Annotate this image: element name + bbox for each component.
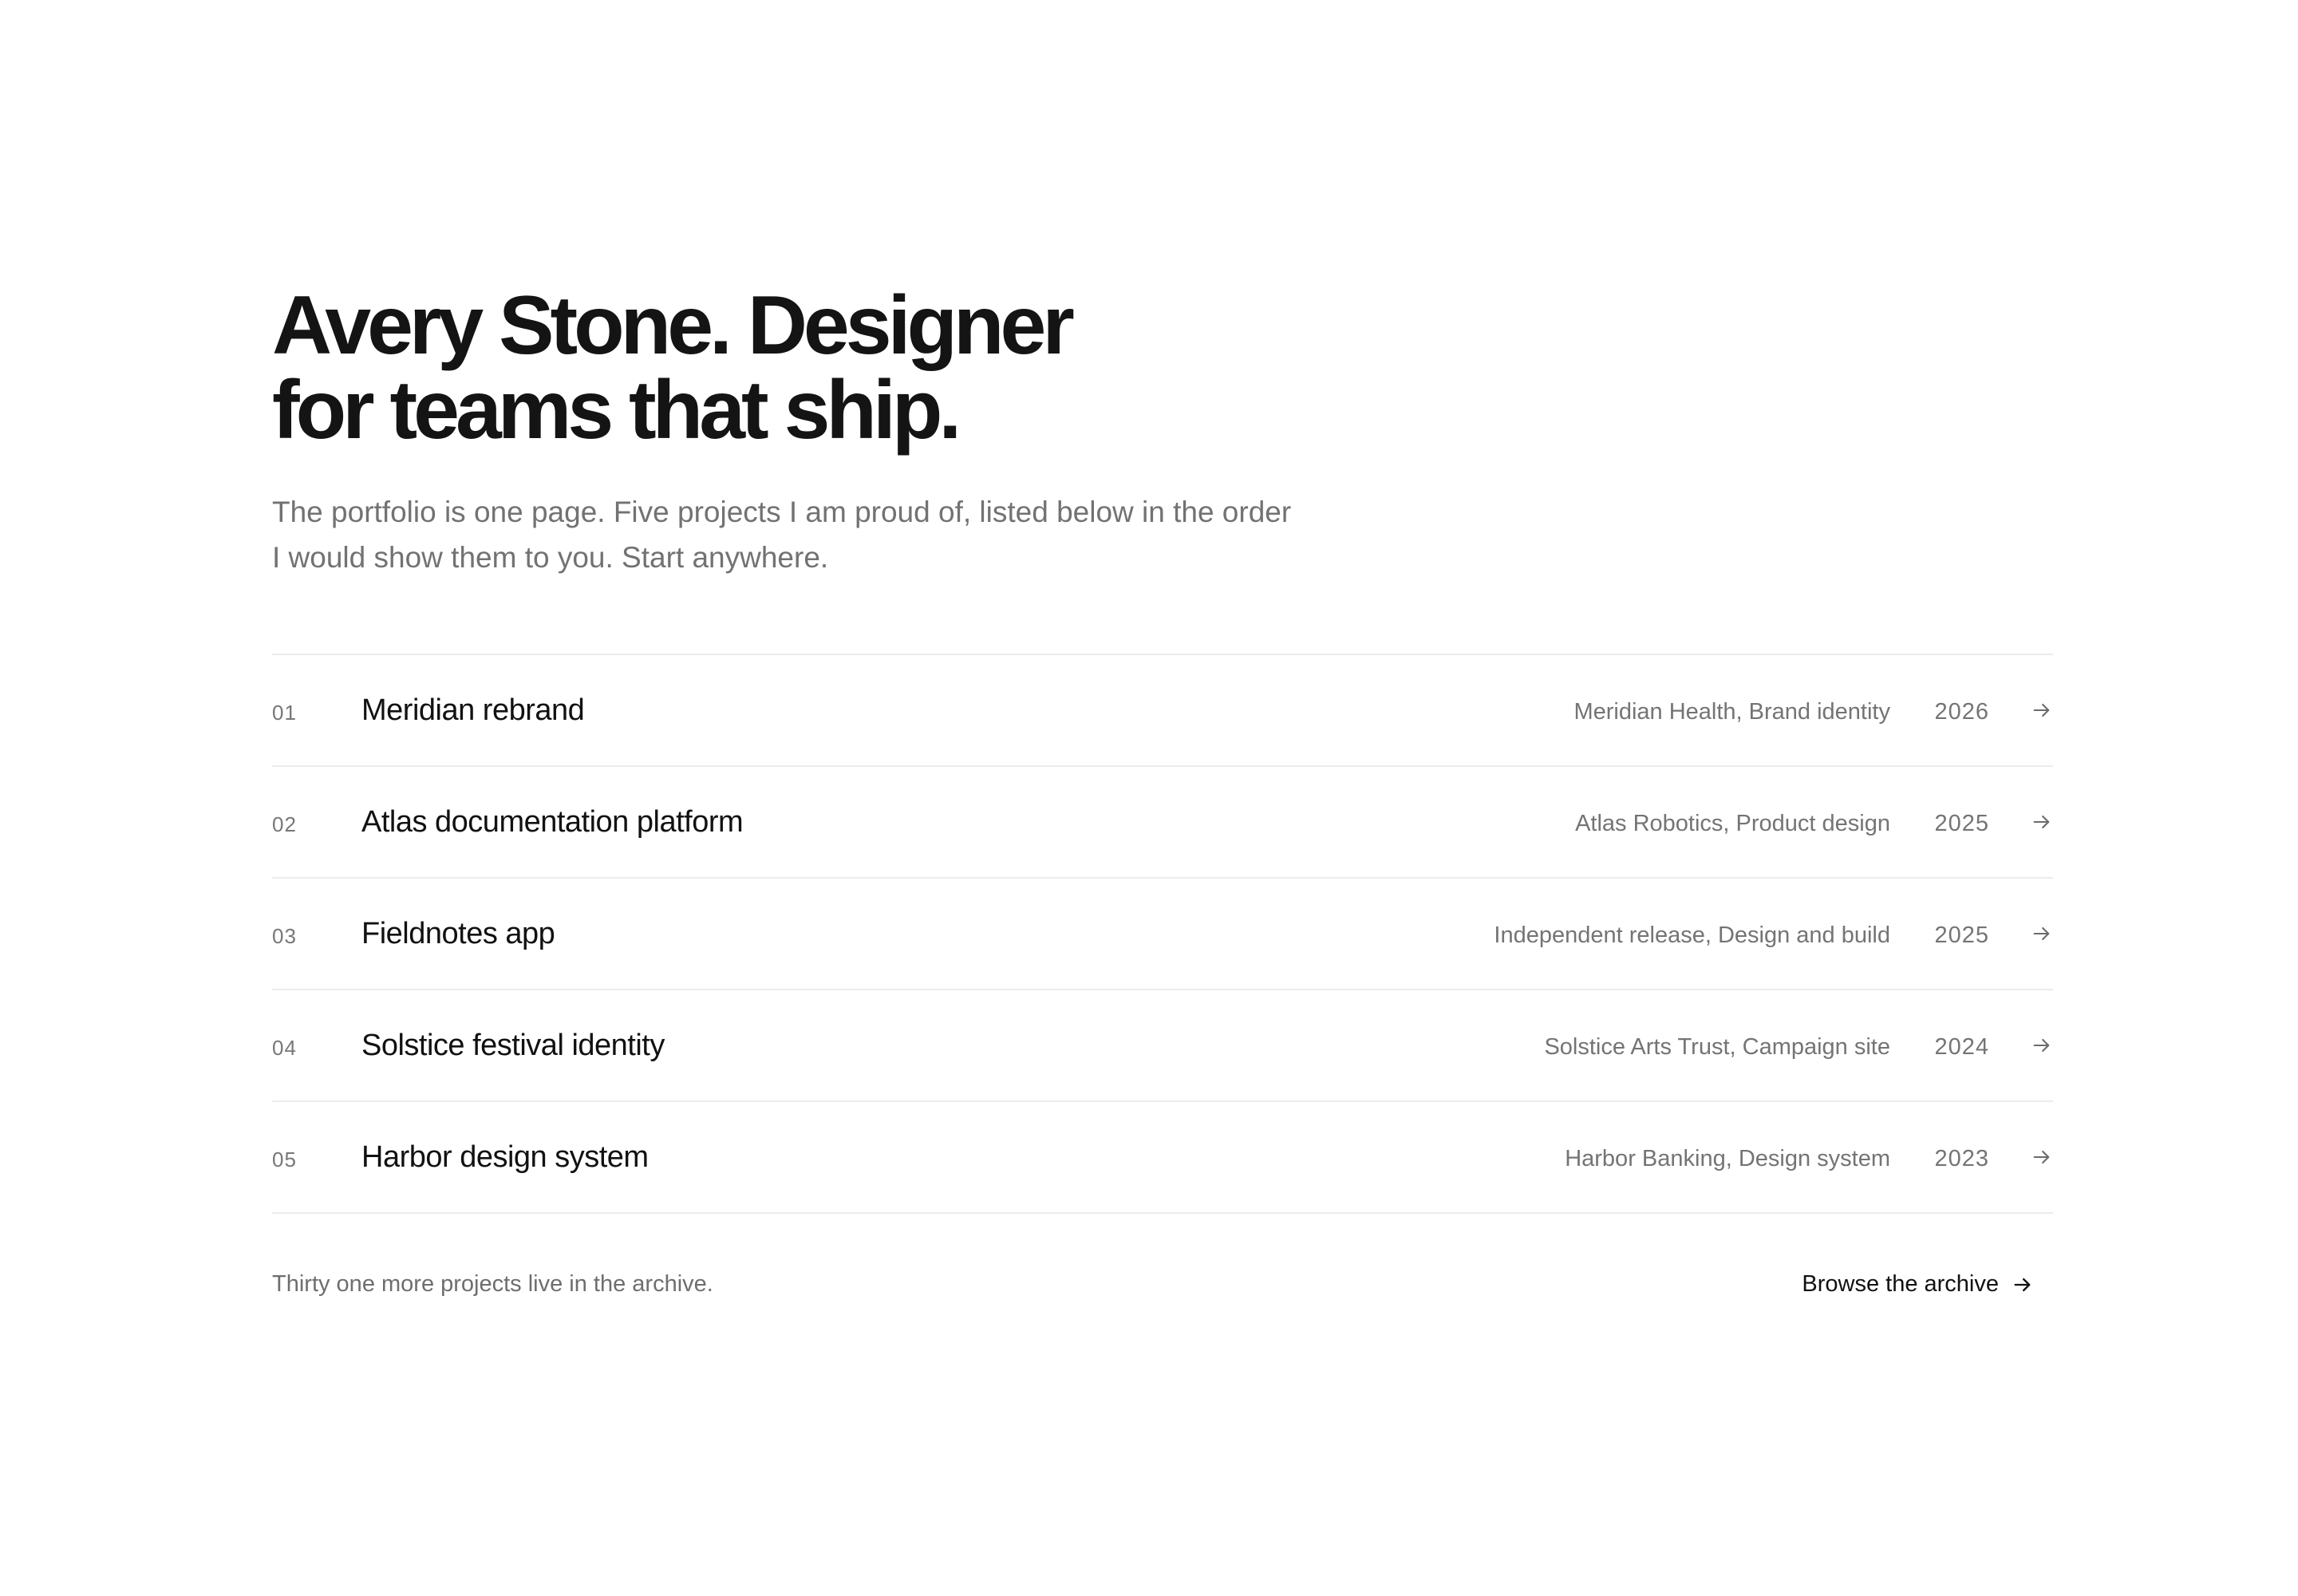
page-title-line-2: for teams that ship. [272, 364, 961, 456]
project-year: 2025 [1934, 810, 1989, 836]
portfolio-page: Avery Stone. Designer for teams that shi… [0, 0, 2298, 1596]
project-year: 2024 [1934, 1033, 1989, 1060]
project-row-solstice-festival-identity[interactable]: 04 Solstice festival identity Solstice A… [272, 990, 2053, 1102]
arrow-right-icon[interactable] [1989, 699, 2053, 721]
project-list: 01 Meridian rebrand Meridian Health, Bra… [272, 654, 2053, 1214]
intro-line-1: The portfolio is one page. Five projects… [272, 496, 1292, 528]
project-number: 04 [272, 1035, 297, 1060]
project-name[interactable]: Atlas documentation platform [361, 805, 1575, 839]
project-number: 02 [272, 812, 297, 836]
browse-archive-label: Browse the archive [1802, 1271, 1999, 1297]
project-client: Solstice Arts Trust, Campaign site [1544, 1033, 1890, 1060]
project-name[interactable]: Solstice festival identity [361, 1029, 1544, 1063]
arrow-right-icon[interactable] [1989, 922, 2053, 945]
project-name[interactable]: Harbor design system [361, 1140, 1565, 1175]
project-year: 2025 [1934, 922, 1989, 948]
project-row-harbor-design-system[interactable]: 05 Harbor design system Harbor Banking, … [272, 1102, 2053, 1214]
project-year: 2026 [1934, 698, 1989, 725]
arrow-right-icon[interactable] [1989, 811, 2053, 833]
archive-footer: Thirty one more projects live in the arc… [272, 1271, 2053, 1298]
project-number: 03 [272, 923, 297, 948]
arrow-right-icon [2012, 1274, 2034, 1296]
project-row-meridian-rebrand[interactable]: 01 Meridian rebrand Meridian Health, Bra… [272, 655, 2053, 767]
project-row-atlas-documentation-platform[interactable]: 02 Atlas documentation platform Atlas Ro… [272, 767, 2053, 879]
project-client: Atlas Robotics, Product design [1575, 810, 1890, 836]
project-name[interactable]: Meridian rebrand [361, 693, 1573, 728]
browse-archive-link[interactable]: Browse the archive [1802, 1271, 2053, 1298]
page-title: Avery Stone. Designer for teams that shi… [272, 283, 2053, 452]
project-year: 2023 [1934, 1145, 1989, 1171]
archive-note: Thirty one more projects live in the arc… [272, 1271, 713, 1297]
arrow-right-icon[interactable] [1989, 1146, 2053, 1168]
project-client: Independent release, Design and build [1494, 922, 1890, 948]
project-row-fieldnotes-app[interactable]: 03 Fieldnotes app Independent release, D… [272, 879, 2053, 990]
arrow-right-icon[interactable] [1989, 1034, 2053, 1057]
project-number: 01 [272, 700, 297, 725]
intro-paragraph: The portfolio is one page. Five projects… [272, 489, 1389, 580]
project-client: Harbor Banking, Design system [1565, 1145, 1890, 1171]
main-content: Avery Stone. Designer for teams that shi… [272, 283, 2053, 1298]
project-client: Meridian Health, Brand identity [1573, 698, 1890, 725]
project-number: 05 [272, 1147, 297, 1171]
project-name[interactable]: Fieldnotes app [361, 917, 1494, 951]
intro-line-2: I would show them to you. Start anywhere… [272, 541, 829, 574]
page-title-line-1: Avery Stone. Designer [272, 279, 1075, 372]
